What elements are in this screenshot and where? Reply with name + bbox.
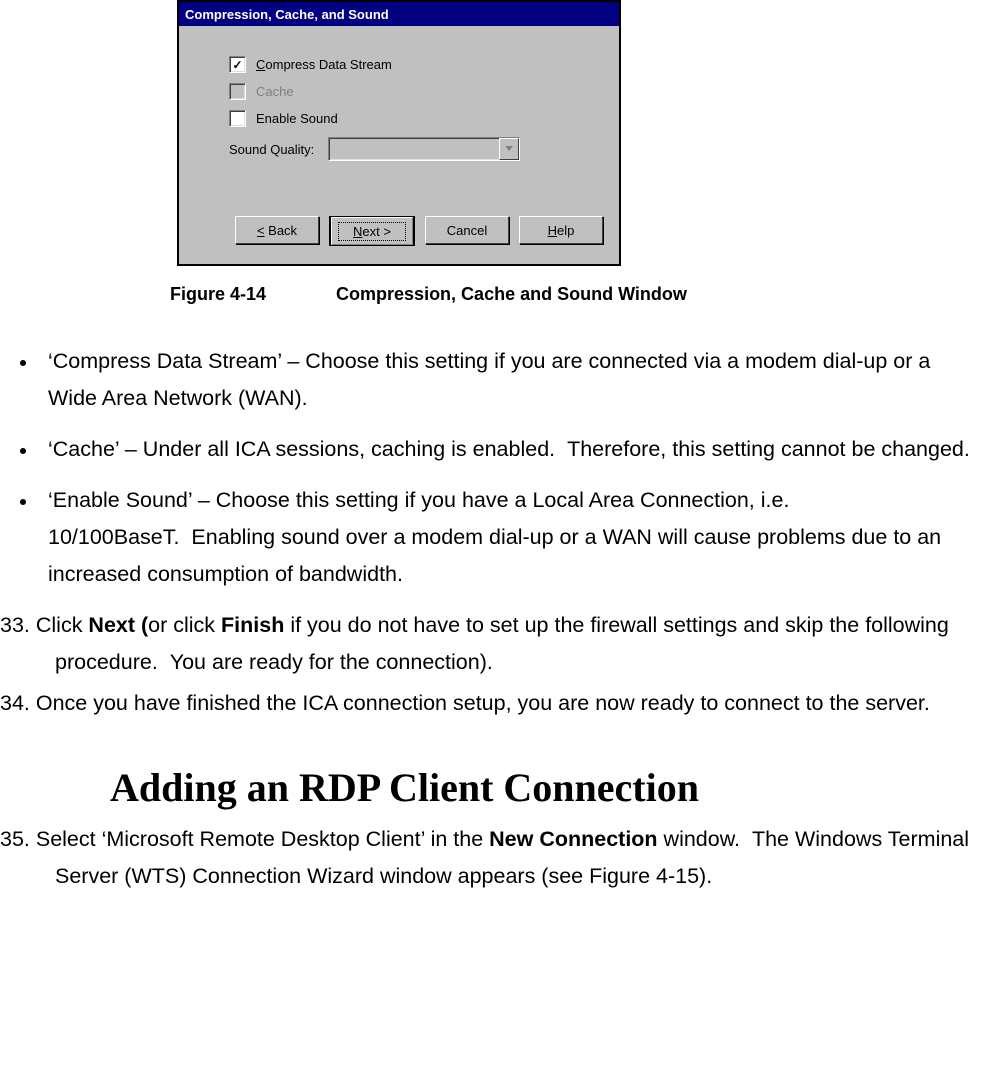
step-35: 35. Select ‘Microsoft Remote Desktop Cli…: [0, 821, 972, 895]
figure-title: Compression, Cache and Sound Window: [336, 284, 687, 305]
check-icon: ✓: [232, 59, 242, 71]
document-page: Compression, Cache, and Sound ✓ Compress…: [0, 0, 982, 939]
dialog-body: ✓ Compress Data Stream Cache Enable Soun…: [179, 26, 619, 216]
compress-checkbox[interactable]: ✓: [229, 56, 246, 73]
bullet-cache: ‘Cache’ – Under all ICA sessions, cachin…: [38, 431, 972, 468]
compress-label: Compress Data Stream: [256, 57, 392, 72]
compress-row[interactable]: ✓ Compress Data Stream: [229, 56, 595, 73]
bullet-compress: ‘Compress Data Stream’ – Choose this set…: [38, 343, 972, 417]
dialog-titlebar: Compression, Cache, and Sound: [179, 2, 619, 26]
step-33: 33. Click Next (or click Finish if you d…: [0, 607, 972, 681]
section-heading: Adding an RDP Client Connection: [110, 764, 982, 811]
enable-sound-label: Enable Sound: [256, 111, 338, 126]
back-button[interactable]: < Back: [235, 216, 319, 244]
sound-quality-combo: [328, 137, 520, 161]
bullet-list: ‘Compress Data Stream’ – Choose this set…: [10, 343, 972, 593]
dialog-button-row: < Back Next > Cancel Help: [179, 216, 619, 264]
combo-dropdown-button: [499, 138, 519, 160]
dialog-title: Compression, Cache, and Sound: [185, 7, 389, 22]
bullet-sound: ‘Enable Sound’ – Choose this setting if …: [38, 482, 972, 593]
compression-dialog: Compression, Cache, and Sound ✓ Compress…: [177, 0, 621, 266]
cache-row: Cache: [229, 83, 595, 100]
cancel-button[interactable]: Cancel: [425, 216, 509, 244]
chevron-down-icon: [505, 146, 513, 152]
figure-caption: Figure 4-14 Compression, Cache and Sound…: [0, 284, 982, 305]
cache-label: Cache: [256, 84, 294, 99]
enable-sound-checkbox[interactable]: [229, 110, 246, 127]
cache-checkbox: [229, 83, 246, 100]
help-button[interactable]: Help: [519, 216, 603, 244]
step-34: 34. Once you have finished the ICA conne…: [0, 685, 972, 722]
enable-sound-row[interactable]: Enable Sound: [229, 110, 595, 127]
sound-quality-label: Sound Quality:: [229, 142, 314, 157]
next-button[interactable]: Next >: [329, 216, 415, 246]
sound-quality-row: Sound Quality:: [229, 137, 595, 161]
figure-number: Figure 4-14: [170, 284, 266, 305]
